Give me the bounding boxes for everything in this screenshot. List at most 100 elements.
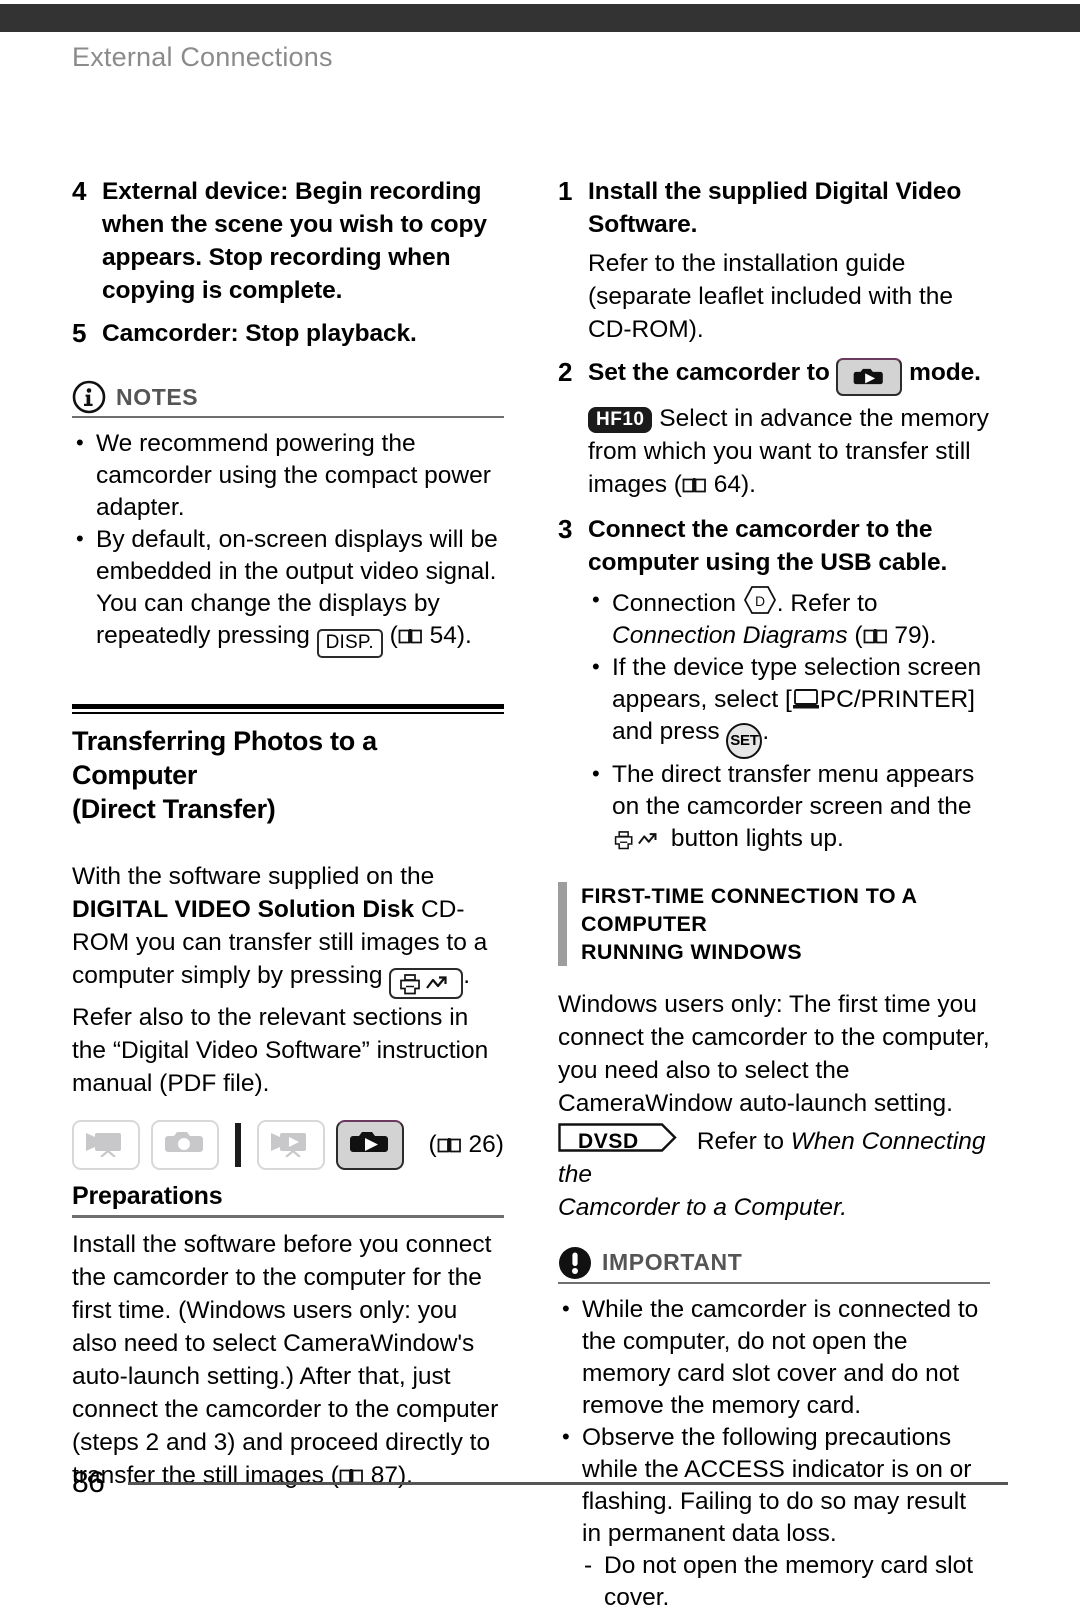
mode-row-page-ref: ( 26) (428, 1130, 504, 1158)
disp-button-chip: DISP. (316, 629, 383, 658)
page-number: 86 (72, 1466, 105, 1499)
step-2-page-ref: 64). (713, 470, 756, 498)
step-2-body: HF10 Select in advance the memory from w… (588, 402, 990, 501)
section-heading-line2: (Direct Transfer) (72, 794, 276, 824)
print-share-glyph-icon (612, 828, 664, 860)
left-column: 4 External device: Begin recording when … (72, 175, 504, 1494)
top-dark-bar (0, 4, 1080, 32)
mode-page-number: 26 (468, 1130, 496, 1158)
section-heading-rules (72, 704, 504, 714)
book-icon (863, 622, 888, 643)
step-3-bullet-list: Connection D . Refer to Connection Diagr… (588, 584, 990, 860)
step3-b1-pre: Connection (612, 589, 736, 617)
book-icon (398, 622, 423, 644)
info-circle-icon (72, 380, 106, 414)
step-2-title-a: Set the camcorder to (588, 359, 830, 386)
movie-record-mode-button[interactable] (72, 1119, 140, 1170)
step-1: 1 Install the supplied Digital Video Sof… (558, 175, 990, 241)
camcorder-record-icon (82, 1127, 130, 1162)
photo-playback-mode-inline-icon (836, 357, 903, 396)
note-bullet-1-text: We recommend powering the camcorder usin… (96, 430, 491, 521)
movie-playback-mode-button[interactable] (256, 1119, 325, 1170)
page-title: Transferring Photos to a Computer (Direc… (72, 724, 504, 826)
step-2: 2 Set the camcorder to mode. (558, 356, 990, 396)
dvsd-italic-2: Camcorder to a Computer. (558, 1193, 848, 1221)
step-4-title: External device: Begin recording when th… (102, 178, 487, 304)
photo-record-mode-button[interactable] (150, 1119, 219, 1170)
page-footer: 86 (72, 1466, 1008, 1500)
list-item: If the device type selection screen appe… (588, 651, 990, 759)
step-2-number: 2 (558, 357, 573, 387)
list-item: While the camcorder is connected to the … (558, 1293, 990, 1422)
callout-accent-bar (558, 881, 567, 966)
step-2-title-b: mode. (909, 359, 981, 386)
dvsd-refer-text: Refer to (696, 1127, 784, 1155)
step-3-title: Connect the camcorder to the computer us… (588, 515, 948, 576)
dvsd-badge-label: DVSD (578, 1129, 639, 1153)
preparations-body: Install the software before you connect … (72, 1230, 499, 1489)
mode-group-divider (234, 1122, 241, 1167)
notes-rule (72, 416, 504, 418)
notes-bullet-list: We recommend powering the camcorder usin… (72, 427, 504, 658)
pc-monitor-icon (792, 687, 820, 709)
footer-rule (128, 1481, 1008, 1485)
dvsd-reference-line: DVSD Refer to When Connecting the Camcor… (558, 1122, 990, 1224)
section-heading-line1: Transferring Photos to a Computer (72, 726, 377, 790)
list-item: By default, on-screen displays will be e… (72, 523, 504, 658)
solution-disk-name: DIGITAL VIDEO Solution Disk (72, 896, 415, 923)
list-item: Do not open the memory card slot cover. (582, 1550, 990, 1614)
callout-title: First-time connection to a computer runn… (581, 882, 990, 966)
running-head: External Connections (72, 42, 333, 72)
step-2-title: Set the camcorder to mode. (588, 356, 981, 396)
important-bullet-list: While the camcorder is connected to the … (558, 1293, 990, 1614)
photo-playback-mode-button[interactable] (335, 1119, 404, 1170)
set-button-icon: SET (726, 722, 763, 759)
dvsd-badge: DVSD (558, 1122, 690, 1153)
step3-b3-post: button lights up. (670, 824, 844, 852)
important-sub-list: Do not open the memory card slot cover. (582, 1550, 990, 1614)
exclamation-circle-icon (558, 1246, 592, 1280)
step-1-number: 1 (558, 176, 573, 206)
list-item: We recommend powering the camcorder usin… (72, 427, 504, 524)
connection-d-hex-icon: D (743, 585, 777, 615)
notes-title: NOTES (116, 383, 199, 410)
important-header: IMPORTANT (558, 1246, 990, 1280)
intro-paragraph: With the software supplied on the DIGITA… (72, 860, 504, 999)
first-time-connection-body: Windows users only: The first time you c… (558, 990, 990, 1117)
mode-icon-row: ( 26) (72, 1119, 504, 1170)
print-share-button-chip (389, 967, 464, 999)
important-title: IMPORTANT (602, 1249, 743, 1275)
camcorder-playback-icon (267, 1127, 315, 1162)
right-column: 1 Install the supplied Digital Video Sof… (558, 175, 990, 1614)
step-3-number: 3 (558, 513, 573, 544)
important-rule (558, 1281, 990, 1284)
preparations-rule (72, 1214, 504, 1218)
intro-text-a: With the software supplied on the (72, 863, 435, 890)
notes-callout: NOTES We recommend powering the camcorde… (72, 380, 504, 658)
step-1-title: Install the supplied Digital Video Softw… (588, 178, 962, 238)
camera-record-icon (162, 1127, 208, 1162)
preparations-heading: Preparations (72, 1181, 223, 1210)
step3-b1-mid: . Refer to (776, 589, 878, 617)
step-5: 5 Camcorder: Stop playback. (72, 317, 504, 350)
important-bullet-1: While the camcorder is connected to the … (582, 1295, 979, 1419)
step3-b1-page-ref: 79). (894, 621, 937, 649)
step3-b3-pre: The direct transfer menu appears on the … (612, 760, 975, 820)
step3-b2-post: . (762, 717, 770, 745)
camera-playback-icon (347, 1127, 393, 1162)
book-icon (682, 470, 707, 492)
note-bullet-2-page-ref: 54). (429, 622, 472, 649)
step-5-title: Camcorder: Stop playback. (102, 320, 417, 347)
step-1-body: Refer to the installation guide (separat… (588, 250, 953, 343)
callout-title-line1: First-time connection to a computer (581, 883, 917, 936)
step-4-number: 4 (72, 176, 87, 206)
important-callout: IMPORTANT While the camcorder is connect… (558, 1246, 990, 1614)
connection-diagrams-ref: Connection Diagrams (612, 621, 848, 649)
list-item: Connection D . Refer to Connection Diagr… (588, 584, 990, 652)
intro-paragraph-2: Refer also to the relevant sections in t… (72, 1003, 489, 1097)
book-icon (437, 1133, 462, 1152)
hf10-model-badge: HF10 (588, 406, 653, 433)
notes-header: NOTES (72, 380, 504, 414)
manual-page: External Connections 4 External device: … (0, 0, 1080, 1611)
svg-text:D: D (755, 593, 765, 609)
